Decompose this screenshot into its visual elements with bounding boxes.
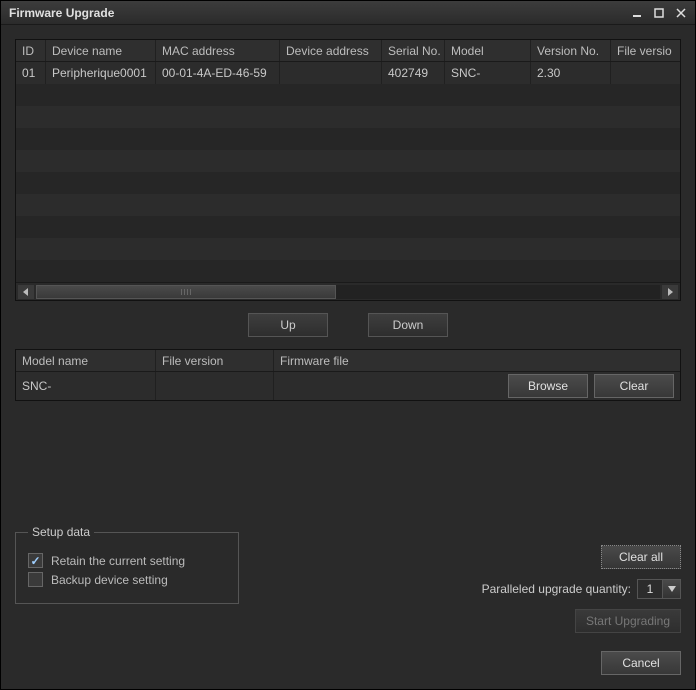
col-id[interactable]: ID xyxy=(16,40,46,61)
table-row[interactable] xyxy=(16,216,680,238)
checkbox-icon xyxy=(28,553,43,568)
bottom-area: Setup data Retain the current setting Ba… xyxy=(15,411,681,675)
col-model-name[interactable]: Model name xyxy=(16,350,156,371)
horizontal-scrollbar[interactable] xyxy=(16,282,680,300)
col-name[interactable]: Device name xyxy=(46,40,156,61)
cell-filever xyxy=(611,62,680,84)
maximize-button[interactable] xyxy=(649,5,669,21)
cell-name: Peripherique0001 xyxy=(46,62,156,84)
start-upgrading-button[interactable]: Start Upgrading xyxy=(575,609,681,633)
firmware-table-header: Model name File version Firmware file xyxy=(16,350,680,372)
col-addr[interactable]: Device address xyxy=(280,40,382,61)
cell-addr xyxy=(280,62,382,84)
cell-firmware-file: Browse Clear xyxy=(274,372,680,400)
retain-setting-checkbox[interactable]: Retain the current setting xyxy=(28,553,226,568)
table-row[interactable]: 01 Peripherique0001 00-01-4A-ED-46-59 40… xyxy=(16,62,680,84)
device-table-header: ID Device name MAC address Device addres… xyxy=(16,40,680,62)
cell-ver: 2.30 xyxy=(531,62,611,84)
window-title: Firmware Upgrade xyxy=(9,6,625,20)
col-model[interactable]: Model xyxy=(445,40,531,61)
content-area: ID Device name MAC address Device addres… xyxy=(1,25,695,689)
scroll-left-icon[interactable] xyxy=(18,285,34,299)
backup-label: Backup device setting xyxy=(51,573,168,587)
col-ver[interactable]: Version No. xyxy=(531,40,611,61)
table-row[interactable] xyxy=(16,194,680,216)
down-button[interactable]: Down xyxy=(368,313,448,337)
col-file-version[interactable]: File version xyxy=(156,350,274,371)
titlebar[interactable]: Firmware Upgrade xyxy=(1,1,695,25)
cancel-row: Cancel xyxy=(601,651,681,675)
cancel-button[interactable]: Cancel xyxy=(601,651,681,675)
paralleled-quantity-row: Paralleled upgrade quantity: 1 xyxy=(482,579,681,599)
right-action-column: Clear all Paralleled upgrade quantity: 1… xyxy=(482,545,681,633)
checkbox-icon xyxy=(28,572,43,587)
paralleled-label: Paralleled upgrade quantity: xyxy=(482,582,631,596)
clear-button[interactable]: Clear xyxy=(594,374,674,398)
order-button-row: Up Down xyxy=(15,301,681,349)
col-filever[interactable]: File versio xyxy=(611,40,680,61)
backup-setting-checkbox[interactable]: Backup device setting xyxy=(28,572,226,587)
setup-legend: Setup data xyxy=(28,525,94,539)
col-serial[interactable]: Serial No. xyxy=(382,40,445,61)
cell-model: SNC- xyxy=(445,62,531,84)
device-table-body: 01 Peripherique0001 00-01-4A-ED-46-59 40… xyxy=(16,62,680,282)
cell-id: 01 xyxy=(16,62,46,84)
firmware-upgrade-window: Firmware Upgrade ID Device name MAC addr… xyxy=(0,0,696,690)
clear-all-button[interactable]: Clear all xyxy=(601,545,681,569)
col-firmware-file[interactable]: Firmware file xyxy=(274,350,680,371)
table-row[interactable] xyxy=(16,260,680,282)
browse-button[interactable]: Browse xyxy=(508,374,588,398)
table-row[interactable] xyxy=(16,84,680,106)
scroll-track[interactable] xyxy=(36,285,660,299)
close-button[interactable] xyxy=(671,5,691,21)
spinner-value: 1 xyxy=(638,580,662,598)
table-row[interactable] xyxy=(16,106,680,128)
firmware-table: Model name File version Firmware file SN… xyxy=(15,349,681,401)
minimize-button[interactable] xyxy=(627,5,647,21)
table-row[interactable] xyxy=(16,238,680,260)
table-row[interactable] xyxy=(16,172,680,194)
cell-mac: 00-01-4A-ED-46-59 xyxy=(156,62,280,84)
paralleled-quantity-spinner[interactable]: 1 xyxy=(637,579,681,599)
retain-label: Retain the current setting xyxy=(51,554,185,568)
setup-data-group: Setup data Retain the current setting Ba… xyxy=(15,525,239,604)
up-button[interactable]: Up xyxy=(248,313,328,337)
col-mac[interactable]: MAC address xyxy=(156,40,280,61)
firmware-row[interactable]: SNC- Browse Clear xyxy=(16,372,680,400)
scroll-right-icon[interactable] xyxy=(662,285,678,299)
cell-file-version xyxy=(156,372,274,400)
table-row[interactable] xyxy=(16,128,680,150)
device-table: ID Device name MAC address Device addres… xyxy=(15,39,681,301)
table-row[interactable] xyxy=(16,150,680,172)
cell-serial: 402749 xyxy=(382,62,445,84)
cell-model-name: SNC- xyxy=(16,372,156,400)
spinner-dropdown-icon[interactable] xyxy=(662,580,680,598)
scroll-thumb[interactable] xyxy=(36,285,336,299)
